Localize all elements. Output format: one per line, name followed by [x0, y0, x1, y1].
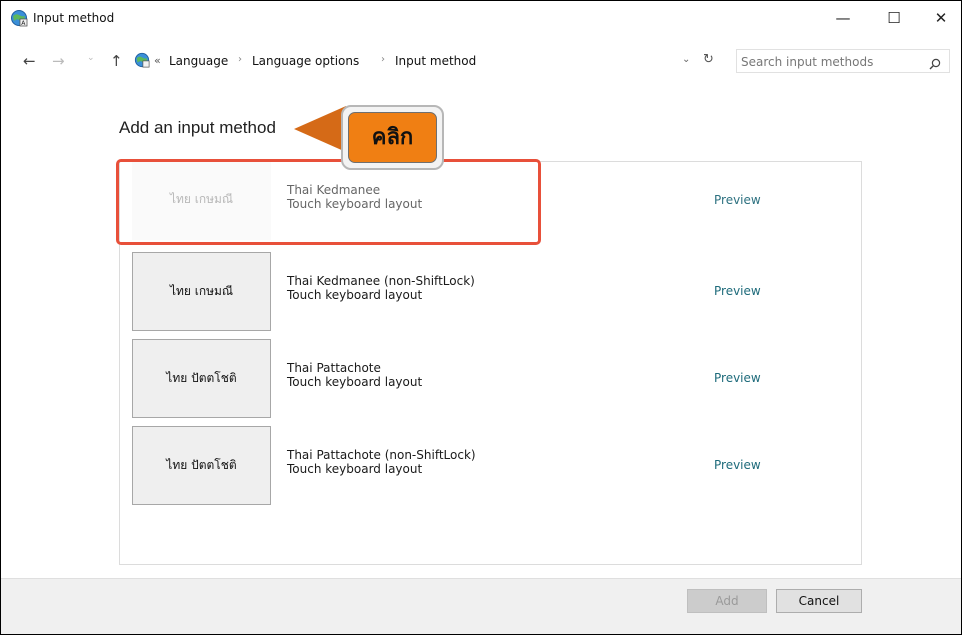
keyboard-thumbnail[interactable]: ไทย ปัตตโชติ	[132, 426, 271, 505]
item-subtitle: Touch keyboard layout	[287, 288, 423, 302]
preview-link[interactable]: Preview	[714, 193, 761, 207]
callout-arrow	[294, 106, 346, 152]
preview-link[interactable]: Preview	[714, 458, 761, 472]
breadcrumb-input-method[interactable]: Input method	[395, 54, 476, 68]
callout-label: คลิก	[348, 112, 437, 163]
chevron-right-icon[interactable]: ›	[381, 54, 385, 65]
up-button[interactable]: ↑	[110, 52, 123, 70]
search-box[interactable]: Search input methods	[736, 49, 950, 73]
recent-locations-button[interactable]: ⌄	[87, 53, 95, 63]
cancel-button[interactable]: Cancel	[776, 589, 862, 613]
item-subtitle: Touch keyboard layout	[287, 462, 423, 476]
breadcrumb-language-options[interactable]: Language options	[252, 54, 359, 68]
item-name: Thai Pattachote	[287, 361, 381, 375]
address-row: ← → ⌄ ↑ « Language › Language options › …	[1, 49, 961, 75]
input-method-item[interactable]: ไทย เกษมณี Thai Kedmanee (non-ShiftLock)…	[132, 252, 832, 331]
language-globe-icon: A	[10, 9, 28, 27]
minimize-button[interactable]: —	[823, 5, 863, 31]
breadcrumb-language[interactable]: Language	[169, 54, 228, 68]
input-method-item[interactable]: ไทย ปัตตโชติ Thai Pattachote Touch keybo…	[132, 339, 832, 418]
search-icon[interactable]	[929, 55, 941, 70]
add-button[interactable]: Add	[687, 589, 767, 613]
input-method-item[interactable]: ไทย ปัตตโชติ Thai Pattachote (non-ShiftL…	[132, 426, 832, 505]
chevron-right-icon[interactable]: ›	[238, 54, 242, 65]
chevron-down-icon[interactable]: ⌄	[682, 54, 690, 65]
close-button[interactable]: ✕	[921, 5, 961, 31]
keyboard-thumbnail[interactable]: ไทย ปัตตโชติ	[132, 339, 271, 418]
preview-link[interactable]: Preview	[714, 284, 761, 298]
breadcrumb-overflow[interactable]: «	[154, 54, 161, 67]
address-bar[interactable]: « Language › Language options › Input me…	[129, 49, 728, 73]
selection-highlight	[116, 159, 541, 245]
search-placeholder[interactable]: Search input methods	[741, 55, 873, 69]
preview-link[interactable]: Preview	[714, 371, 761, 385]
maximize-button[interactable]: ☐	[874, 5, 914, 31]
title-bar: A Input method — ☐ ✕	[1, 1, 961, 35]
language-globe-icon	[134, 52, 150, 68]
window: A Input method — ☐ ✕ ← → ⌄ ↑ « Language …	[0, 0, 962, 635]
forward-button[interactable]: →	[52, 52, 65, 70]
dialog-footer: Add Cancel	[1, 578, 961, 634]
item-subtitle: Touch keyboard layout	[287, 375, 423, 389]
window-title: Input method	[33, 11, 115, 25]
back-button[interactable]: ←	[23, 52, 36, 70]
click-callout: คลิก	[341, 105, 444, 170]
refresh-icon[interactable]: ↻	[703, 52, 714, 67]
keyboard-thumbnail[interactable]: ไทย เกษมณี	[132, 252, 271, 331]
page-title: Add an input method	[119, 118, 276, 137]
item-name: Thai Kedmanee (non-ShiftLock)	[287, 274, 475, 288]
item-name: Thai Pattachote (non-ShiftLock)	[287, 448, 476, 462]
